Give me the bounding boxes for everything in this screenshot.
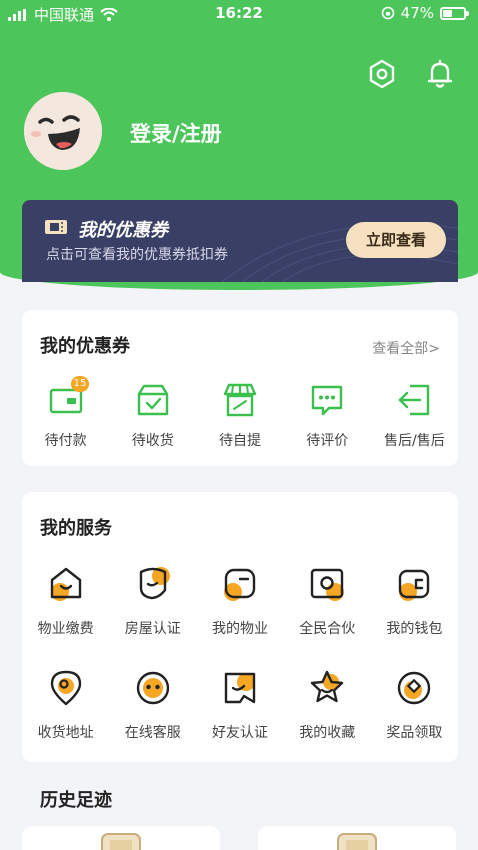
chat-dots-icon	[312, 385, 343, 416]
coupon-banner[interactable]: 我的优惠券 点击可查看我的优惠券抵扣券 立即查看	[22, 200, 458, 282]
service-label: 我的物业	[212, 621, 268, 637]
orders-card-title: 我的优惠券	[40, 336, 130, 357]
order-label: 待付款	[44, 433, 87, 449]
box-check-icon	[137, 384, 168, 416]
history-title: 历史足迹	[40, 790, 112, 811]
order-label: 待评价	[306, 433, 349, 449]
product-thumbnail-icon	[101, 833, 141, 850]
house-verify-icon	[139, 567, 170, 600]
hexagon-settings-icon[interactable]	[366, 58, 398, 90]
battery-icon	[440, 6, 469, 20]
order-pending-review[interactable]: 待评价	[284, 382, 371, 450]
partner-icon	[311, 568, 345, 601]
battery-percent: 47%	[400, 4, 434, 22]
order-label: 售后/售后	[384, 433, 445, 449]
service-label: 奖品领取	[386, 725, 443, 741]
services-card: 我的服务 物业缴费 房屋认证 我的物业 全民合伙 我的钱包 收货地址 在线客服 …	[22, 492, 458, 762]
order-label: 待收货	[131, 433, 174, 449]
service-my-wallet[interactable]: 我的钱包	[371, 564, 458, 638]
star-icon	[311, 670, 344, 703]
service-partner[interactable]: 全民合伙	[284, 564, 371, 638]
pending-payment-badge: 15	[70, 376, 90, 392]
service-friend-verify[interactable]: 好友认证	[196, 668, 283, 742]
coupon-banner-subtitle: 点击可查看我的优惠券抵扣券	[46, 247, 228, 263]
prize-icon	[398, 671, 431, 705]
services-card-title: 我的服务	[40, 518, 112, 539]
service-address[interactable]: 收货地址	[22, 668, 109, 742]
location-icon	[50, 670, 81, 706]
view-now-button[interactable]: 立即查看	[346, 222, 446, 258]
order-pending-payment[interactable]: 15 待付款	[22, 376, 109, 450]
order-after-sale[interactable]: 售后/售后	[371, 382, 458, 450]
ticket-icon	[45, 220, 67, 234]
service-favorites[interactable]: 我的收藏	[284, 668, 371, 742]
wallet-icon	[399, 569, 430, 601]
history-item[interactable]	[22, 826, 220, 850]
friend-verify-icon	[224, 672, 256, 704]
orders-card: 我的优惠券 查看全部> 15 待付款 待收货 待自提 待评价 售后/售后	[22, 310, 458, 466]
service-prize[interactable]: 奖品领取	[371, 668, 458, 742]
store-icon	[223, 383, 257, 417]
property-icon	[224, 568, 256, 601]
history-item[interactable]	[258, 826, 456, 850]
service-label: 我的收藏	[299, 725, 356, 741]
login-register-link[interactable]: 登录/注册	[130, 118, 222, 148]
view-all-link[interactable]: 查看全部>	[372, 338, 440, 358]
service-label: 好友认证	[212, 725, 268, 741]
service-label: 我的钱包	[386, 621, 443, 637]
order-pending-pickup[interactable]: 待自提	[196, 382, 283, 450]
bell-icon[interactable]	[424, 58, 456, 90]
product-thumbnail-icon	[337, 833, 377, 850]
service-label: 全民合伙	[299, 621, 356, 637]
support-icon	[136, 671, 169, 705]
order-pending-receipt[interactable]: 待收货	[109, 382, 196, 450]
order-label: 待自提	[219, 433, 261, 449]
service-label: 物业缴费	[37, 621, 94, 637]
service-label: 收货地址	[37, 725, 94, 741]
service-my-property[interactable]: 我的物业	[196, 564, 283, 638]
smiley-avatar-icon	[24, 92, 102, 170]
home-pay-icon	[50, 567, 81, 601]
return-icon	[399, 384, 430, 416]
avatar[interactable]	[24, 92, 102, 170]
service-house-verify[interactable]: 房屋认证	[109, 564, 196, 638]
service-label: 在线客服	[124, 725, 181, 741]
service-property-fee[interactable]: 物业缴费	[22, 564, 109, 638]
coupon-banner-title: 我的优惠券	[78, 220, 168, 241]
service-online-support[interactable]: 在线客服	[109, 668, 196, 742]
status-bar: 中国联通 16:22 47%	[0, 0, 478, 28]
rotation-lock-icon	[381, 6, 394, 20]
service-label: 房屋认证	[124, 621, 181, 637]
